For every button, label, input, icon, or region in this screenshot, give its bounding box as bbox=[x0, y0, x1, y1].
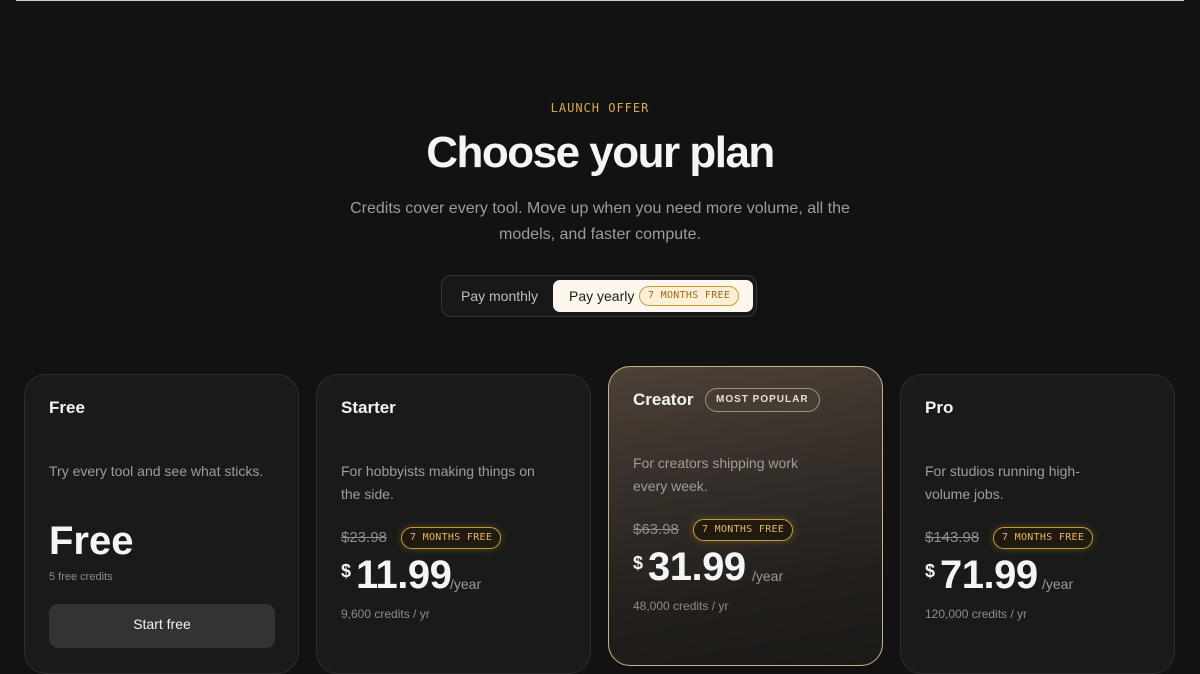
pay-monthly-option[interactable]: Pay monthly bbox=[461, 276, 538, 316]
currency-symbol: $ bbox=[925, 561, 936, 581]
start-free-button[interactable]: Start free bbox=[49, 604, 275, 648]
plan-description: For hobbyists making things on the side. bbox=[341, 463, 535, 502]
page-subtitle: Credits cover every tool. Move up when y… bbox=[350, 200, 850, 243]
billing-period: /year bbox=[450, 576, 482, 592]
plan-credits: 5 free credits bbox=[49, 571, 113, 583]
billing-toggle: Pay monthly Pay yearly 7 MONTHS FREE bbox=[441, 275, 757, 317]
plan-card-free: Free Try every tool and see what sticks.… bbox=[24, 374, 299, 674]
currency-symbol: $ bbox=[633, 553, 644, 573]
yearly-discount-badge: 7 MONTHS FREE bbox=[639, 286, 740, 306]
plan-card-creator: Creator MOST POPULAR For creators shippi… bbox=[608, 366, 883, 666]
plan-price: 71.99 bbox=[940, 553, 1038, 597]
launch-offer-eyebrow: LAUNCH OFFER bbox=[550, 101, 650, 115]
plan-credits: 120,000 credits / yr bbox=[925, 607, 1028, 621]
plan-name: Pro bbox=[925, 398, 954, 417]
billing-period: /year bbox=[752, 568, 784, 584]
months-free-badge: 7 MONTHS FREE bbox=[993, 527, 1094, 549]
plan-description: For creators shipping work every week. bbox=[633, 455, 798, 494]
billing-period: /year bbox=[1042, 576, 1074, 592]
most-popular-badge: MOST POPULAR bbox=[705, 388, 820, 412]
plan-credits: 48,000 credits / yr bbox=[633, 599, 729, 613]
original-price: $23.98 bbox=[341, 529, 387, 546]
plan-credits: 9,600 credits / yr bbox=[341, 607, 430, 621]
plan-description: For studios running high-volume jobs. bbox=[925, 463, 1080, 502]
top-divider bbox=[16, 0, 1184, 1]
plan-description: Try every tool and see what sticks. bbox=[49, 463, 264, 479]
currency-symbol: $ bbox=[341, 561, 352, 581]
original-price: $63.98 bbox=[633, 521, 679, 538]
plan-name: Free bbox=[49, 398, 85, 417]
plan-name: Creator bbox=[633, 390, 694, 409]
months-free-badge: 7 MONTHS FREE bbox=[401, 527, 502, 549]
plan-price: Free bbox=[49, 519, 134, 563]
plan-card-pro: Pro For studios running high-volume jobs… bbox=[900, 374, 1175, 674]
months-free-badge: 7 MONTHS FREE bbox=[693, 519, 794, 541]
pay-yearly-label: Pay yearly bbox=[569, 288, 635, 304]
plan-name: Starter bbox=[341, 398, 396, 417]
plan-price: 11.99 bbox=[356, 553, 452, 597]
pay-yearly-option[interactable]: Pay yearly 7 MONTHS FREE bbox=[553, 280, 753, 312]
plan-price: 31.99 bbox=[648, 545, 746, 589]
plan-card-starter: Starter For hobbyists making things on t… bbox=[316, 374, 591, 674]
original-price: $143.98 bbox=[925, 529, 980, 546]
page-title: Choose your plan bbox=[426, 128, 775, 177]
